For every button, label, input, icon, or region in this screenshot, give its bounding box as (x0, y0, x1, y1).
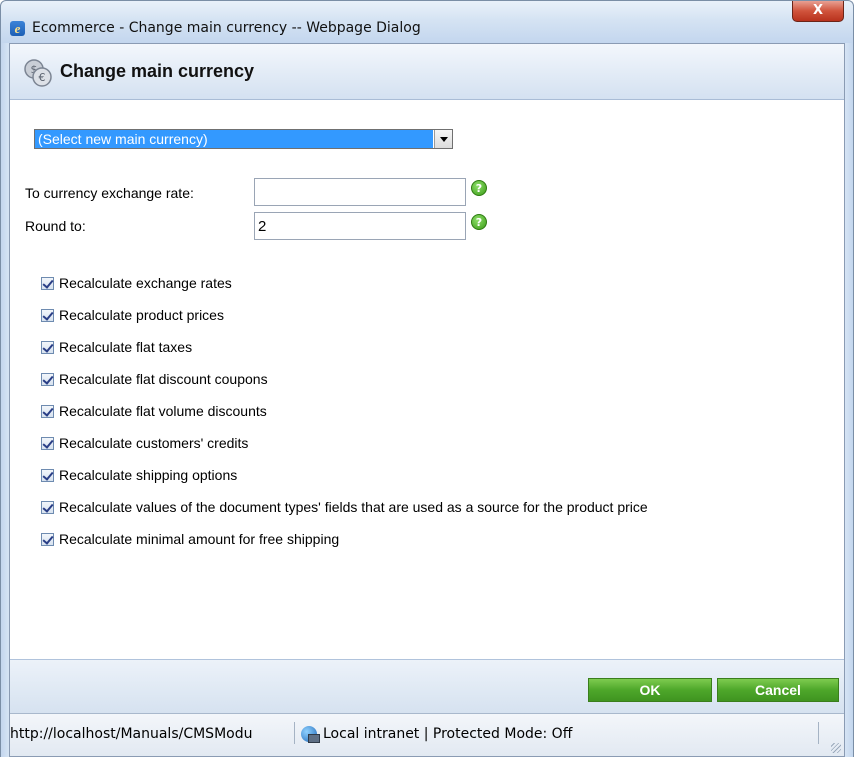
window-frame-left (0, 43, 9, 757)
chevron-down-icon[interactable] (434, 130, 452, 148)
checkbox[interactable] (41, 277, 54, 290)
status-divider (818, 722, 819, 744)
window-title: Ecommerce - Change main currency -- Webp… (32, 20, 421, 36)
checkbox-label[interactable]: Recalculate customers' credits (59, 435, 248, 451)
round-to-label: Round to: (25, 218, 86, 234)
currency-select-value: (Select new main currency) (35, 130, 433, 148)
coins-icon: $ € (24, 59, 52, 87)
resize-grip-icon[interactable] (831, 743, 841, 753)
security-zone[interactable]: Local intranet | Protected Mode: Off (323, 726, 572, 742)
window-titlebar[interactable]: e Ecommerce - Change main currency -- We… (0, 0, 854, 43)
checkbox[interactable] (41, 501, 54, 514)
help-icon[interactable]: ? (471, 214, 487, 230)
ok-button[interactable]: OK (588, 678, 712, 702)
svg-text:€: € (39, 71, 46, 84)
currency-select[interactable]: (Select new main currency) (34, 129, 453, 149)
round-to-input[interactable] (254, 212, 466, 240)
close-button[interactable]: X (792, 1, 844, 22)
status-url: http://localhost/Manuals/CMSModu (10, 726, 253, 742)
checkbox[interactable] (41, 341, 54, 354)
checkbox-label[interactable]: Recalculate flat taxes (59, 339, 192, 355)
checkbox-label[interactable]: Recalculate exchange rates (59, 275, 232, 291)
checkbox-label[interactable]: Recalculate flat volume discounts (59, 403, 267, 419)
exchange-rate-label: To currency exchange rate: (25, 185, 194, 201)
checkbox-label[interactable]: Recalculate flat discount coupons (59, 371, 268, 387)
globe-icon (301, 726, 320, 743)
checkbox-label[interactable]: Recalculate product prices (59, 307, 224, 323)
checkbox[interactable] (41, 309, 54, 322)
window-frame-right (845, 43, 854, 757)
dialog-header: $ € Change main currency (10, 44, 844, 100)
dialog-footer: OK Cancel (10, 659, 844, 713)
checkbox[interactable] (41, 437, 54, 450)
status-divider (294, 722, 295, 744)
ie-icon: e (10, 21, 25, 36)
checkbox-label[interactable]: Recalculate values of the document types… (59, 499, 648, 515)
checkbox[interactable] (41, 373, 54, 386)
page-title: Change main currency (60, 61, 255, 81)
checkbox[interactable] (41, 469, 54, 482)
status-bar: http://localhost/Manuals/CMSModu Local i… (10, 713, 844, 756)
checkbox-label[interactable]: Recalculate shipping options (59, 467, 237, 483)
help-icon[interactable]: ? (471, 180, 487, 196)
checkbox[interactable] (41, 405, 54, 418)
cancel-button[interactable]: Cancel (717, 678, 839, 702)
dialog-client: $ € Change main currency (Select new mai… (9, 43, 845, 757)
checkbox[interactable] (41, 533, 54, 546)
exchange-rate-input[interactable] (254, 178, 466, 206)
checkbox-label[interactable]: Recalculate minimal amount for free ship… (59, 531, 339, 547)
